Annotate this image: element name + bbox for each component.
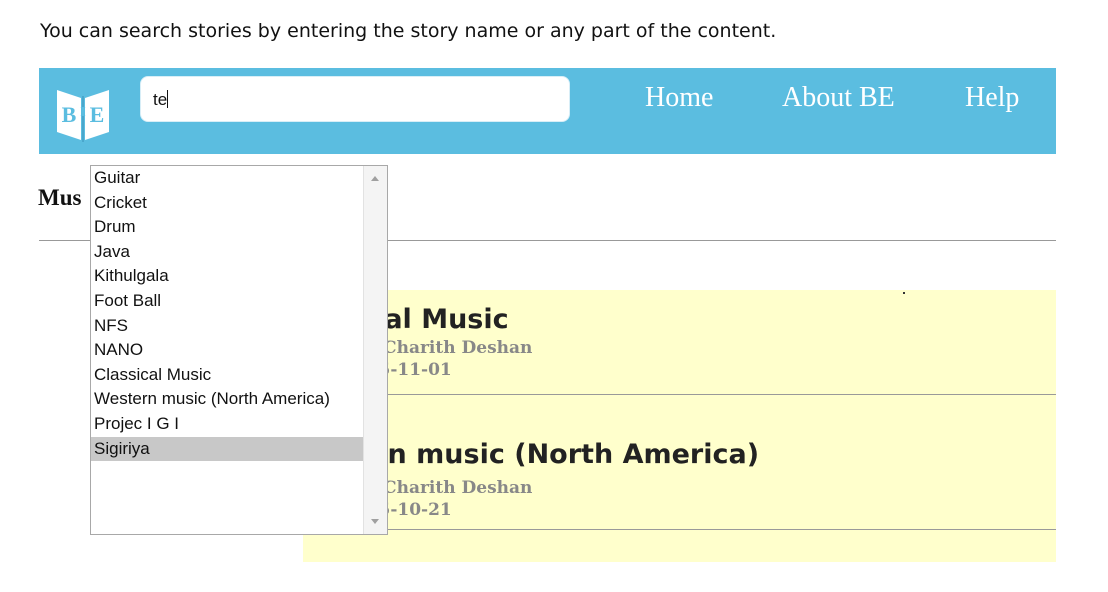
autocomplete-option[interactable]: NFS xyxy=(91,314,363,339)
autocomplete-option[interactable]: Western music (North America) xyxy=(91,387,363,412)
story-card[interactable]: sical Music l by Charith Deshan 2015-11-… xyxy=(303,290,1056,395)
logo-letter-i: I xyxy=(80,105,85,120)
search-input-value: te xyxy=(153,90,168,109)
autocomplete-option[interactable]: Java xyxy=(91,240,363,265)
autocomplete-option[interactable]: Kithulgala xyxy=(91,264,363,289)
logo-letter-e: E xyxy=(90,102,105,127)
navbar: B I E te Home About BE Help xyxy=(39,68,1056,154)
search-input[interactable]: te xyxy=(140,76,570,122)
autocomplete-option[interactable]: Drum xyxy=(91,215,363,240)
dropdown-scrollbar[interactable] xyxy=(363,166,387,534)
scroll-up-icon[interactable] xyxy=(371,176,379,181)
autocomplete-option[interactable]: NANO xyxy=(91,338,363,363)
autocomplete-option[interactable]: Sigiriya xyxy=(91,436,363,462)
autocomplete-option[interactable]: Foot Ball xyxy=(91,289,363,314)
story-card[interactable]: tern music (North America) l by Charith … xyxy=(303,395,1056,530)
logo-letter-b: B xyxy=(62,102,77,127)
autocomplete-list: Guitar Cricket Drum Java Kithulgala Foot Ball… xyxy=(91,166,363,462)
book-logo-icon[interactable]: B I E xyxy=(47,76,119,148)
nav-about-link[interactable]: About BE xyxy=(782,82,895,114)
text-caret xyxy=(167,90,169,108)
scroll-down-icon[interactable] xyxy=(371,519,379,524)
autocomplete-option[interactable]: Guitar xyxy=(91,166,363,191)
autocomplete-option[interactable]: Classical Music xyxy=(91,363,363,388)
section-heading: Mus xyxy=(38,185,82,210)
nav-help-link[interactable]: Help xyxy=(965,82,1019,114)
instruction-caption: You can search stories by entering the s… xyxy=(40,20,777,42)
story-title[interactable]: tern music (North America) xyxy=(343,439,759,470)
autocomplete-option[interactable]: Cricket xyxy=(91,191,363,216)
autocomplete-dropdown[interactable]: Guitar Cricket Drum Java Kithulgala Foot Ball… xyxy=(90,165,388,535)
nav-home-link[interactable]: Home xyxy=(645,82,713,114)
autocomplete-option[interactable]: Projec I G I xyxy=(91,412,363,437)
story-list: sical Music l by Charith Deshan 2015-11-… xyxy=(303,290,1056,562)
